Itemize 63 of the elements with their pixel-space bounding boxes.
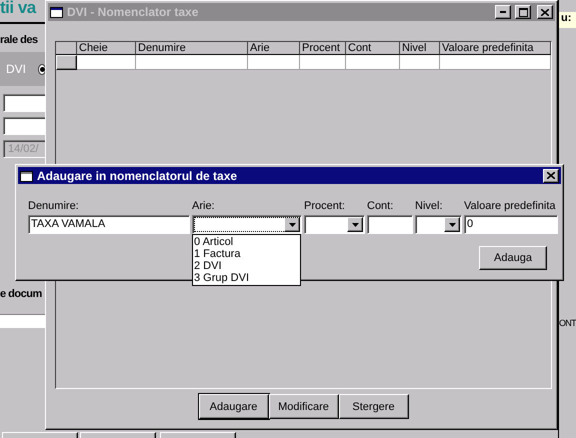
table-cell[interactable]: [400, 55, 440, 70]
action-button[interactable]: Stergere: [338, 394, 408, 419]
tab[interactable]: [80, 432, 156, 438]
window-title: DVI - Nomenclator taxe: [67, 5, 200, 19]
dropdown-button[interactable]: [347, 217, 363, 232]
window-icon: [20, 170, 33, 182]
option-label: DVI: [6, 62, 26, 76]
caret-icon: [448, 222, 456, 226]
close-icon: [547, 172, 555, 179]
app-title: tii va: [0, 0, 36, 18]
action-button[interactable]: Modificare: [268, 394, 338, 419]
caret-icon: [352, 222, 358, 226]
input-field[interactable]: [3, 94, 46, 112]
section-heading: e docum: [0, 288, 42, 300]
column-header[interactable]: Arie: [248, 42, 300, 55]
input-field[interactable]: [367, 215, 413, 234]
dropdown-option[interactable]: 3 Grup DVI: [193, 272, 300, 284]
close-button[interactable]: [543, 168, 559, 182]
maximize-icon: [518, 8, 528, 16]
minimize-icon: [500, 11, 506, 13]
dropdown-button[interactable]: [444, 217, 460, 232]
field-label: Denumire:: [28, 200, 80, 214]
field-label: u:: [559, 12, 576, 28]
input-field[interactable]: 0: [464, 215, 558, 234]
tab[interactable]: [160, 432, 236, 438]
field-label: Procent:: [304, 200, 346, 214]
table-cell[interactable]: [248, 55, 300, 70]
section-heading: rale des: [0, 34, 38, 46]
caret-icon: [288, 222, 296, 226]
dropdown-button[interactable]: [284, 217, 300, 232]
column-header[interactable]: Cont: [346, 42, 400, 55]
maximize-button[interactable]: [515, 5, 531, 19]
close-icon: [541, 8, 549, 16]
table-cell[interactable]: [440, 55, 551, 70]
dropdown-option[interactable]: 2 DVI: [193, 260, 300, 272]
column-header[interactable]: Denumire: [136, 42, 248, 55]
close-button[interactable]: [537, 5, 553, 19]
dropdown[interactable]: [304, 215, 365, 234]
table-cell[interactable]: [77, 55, 136, 70]
column-header[interactable]: Cheie: [77, 42, 136, 55]
field-label: Arie:: [192, 200, 216, 214]
tab[interactable]: [2, 432, 78, 438]
table-cell[interactable]: [300, 55, 346, 70]
minimize-button[interactable]: [495, 5, 511, 19]
dropdown-option[interactable]: 1 Factura: [193, 248, 300, 260]
dialog-title: Adaugare in nomenclatorul de taxe: [37, 168, 238, 182]
table-cell[interactable]: [136, 55, 248, 70]
window-icon: [50, 6, 63, 18]
input-field[interactable]: [3, 117, 46, 135]
table-cell[interactable]: [346, 55, 400, 70]
row-indicator[interactable]: [56, 55, 77, 70]
column-header[interactable]: Procent: [300, 42, 346, 55]
field-label: Valoare predefinita: [464, 200, 557, 214]
column-header: ONT: [559, 318, 576, 328]
field-label: Nivel:: [415, 200, 444, 214]
action-button[interactable]: Adaugare: [198, 394, 268, 419]
field-label: Cont:: [367, 200, 394, 214]
column-header[interactable]: Valoare predefinita: [440, 42, 551, 55]
add-button[interactable]: Adauga: [479, 246, 547, 270]
input-field[interactable]: TAXA VAMALA: [28, 215, 190, 234]
dropdown[interactable]: [415, 215, 462, 234]
dropdown-option[interactable]: 0 Articol: [193, 236, 300, 248]
column-header[interactable]: Nivel: [400, 42, 440, 55]
